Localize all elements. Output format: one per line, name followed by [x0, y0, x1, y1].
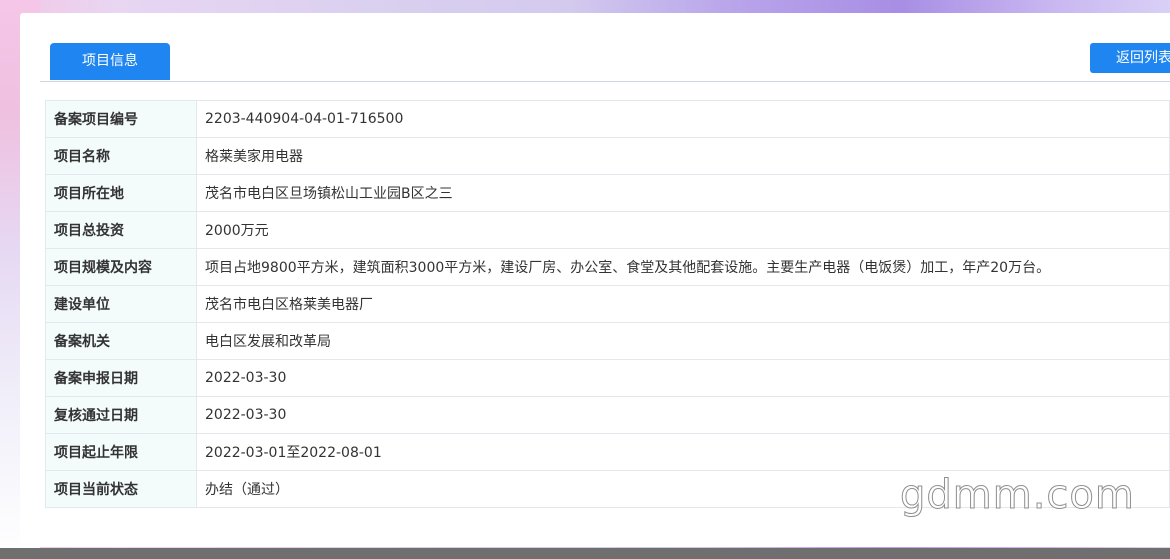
row-value: 2203-440904-04-01-716500	[196, 100, 1170, 138]
row-label: 项目所在地	[45, 174, 197, 212]
row-label: 备案机关	[45, 322, 197, 360]
table-row: 备案项目编号 2203-440904-04-01-716500	[45, 100, 1170, 138]
row-value: 2022-03-30	[196, 359, 1170, 397]
row-value: 2022-03-01至2022-08-01	[196, 433, 1170, 471]
row-value: 2000万元	[196, 211, 1170, 249]
row-label: 项目规模及内容	[45, 248, 197, 286]
table-row: 项目规模及内容 项目占地9800平方米，建筑面积3000平方米，建设厂房、办公室…	[45, 248, 1170, 286]
row-label: 复核通过日期	[45, 396, 197, 434]
row-label: 项目总投资	[45, 211, 197, 249]
table-row: 备案机关 电白区发展和改革局	[45, 322, 1170, 360]
table-row: 项目名称 格莱美家用电器	[45, 137, 1170, 175]
back-to-list-button[interactable]: 返回列表	[1090, 43, 1170, 73]
row-value: 2022-03-30	[196, 396, 1170, 434]
table-row: 项目所在地 茂名市电白区旦场镇松山工业园B区之三	[45, 174, 1170, 212]
site-watermark: gdmm.com	[900, 472, 1135, 519]
table-row: 建设单位 茂名市电白区格莱美电器厂	[45, 285, 1170, 323]
row-label: 建设单位	[45, 285, 197, 323]
row-label: 备案申报日期	[45, 359, 197, 397]
table-row: 备案申报日期 2022-03-30	[45, 359, 1170, 397]
tab-bar: 项目信息	[40, 43, 1170, 82]
row-value: 茂名市电白区格莱美电器厂	[196, 285, 1170, 323]
row-value: 项目占地9800平方米，建筑面积3000平方米，建设厂房、办公室、食堂及其他配套…	[196, 248, 1170, 286]
table-row: 项目总投资 2000万元	[45, 211, 1170, 249]
tab-project-info[interactable]: 项目信息	[50, 43, 170, 80]
row-value: 格莱美家用电器	[196, 137, 1170, 175]
table-row: 项目起止年限 2022-03-01至2022-08-01	[45, 433, 1170, 471]
row-label: 项目当前状态	[45, 470, 197, 508]
project-info-panel: 项目信息 返回列表 备案项目编号 2203-440904-04-01-71650…	[20, 13, 1170, 547]
row-value: 电白区发展和改革局	[196, 322, 1170, 360]
row-label: 项目起止年限	[45, 433, 197, 471]
footer-bar	[0, 548, 1170, 559]
row-value: 茂名市电白区旦场镇松山工业园B区之三	[196, 174, 1170, 212]
project-info-table: 备案项目编号 2203-440904-04-01-716500 项目名称 格莱美…	[45, 100, 1170, 508]
row-label: 备案项目编号	[45, 100, 197, 138]
row-label: 项目名称	[45, 137, 197, 175]
table-row: 复核通过日期 2022-03-30	[45, 396, 1170, 434]
